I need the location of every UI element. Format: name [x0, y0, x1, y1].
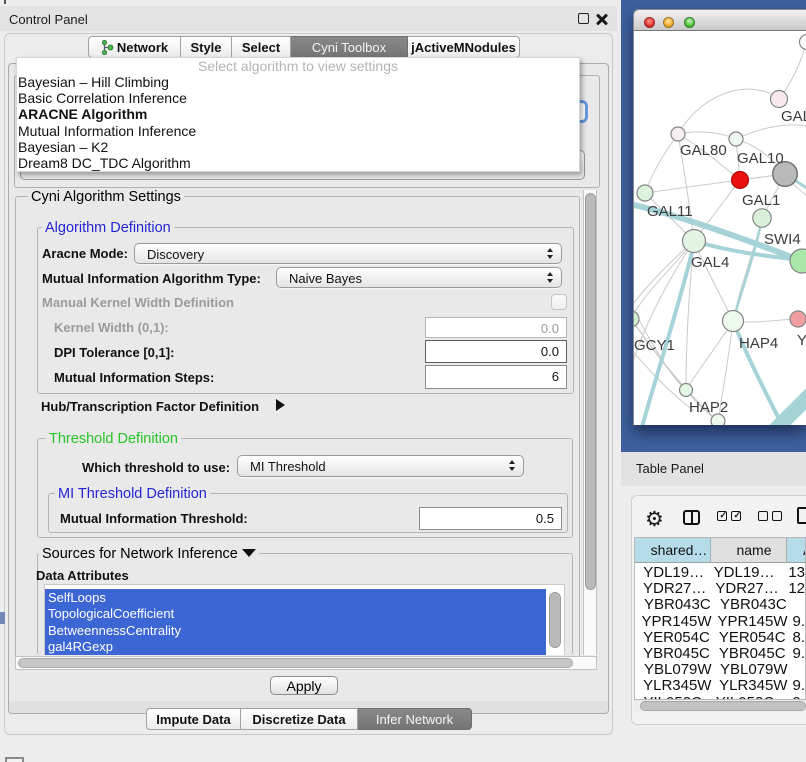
svg-text:GAL7: GAL7: [781, 108, 806, 125]
svg-text:GAL10: GAL10: [737, 150, 784, 167]
svg-text:GAL1: GAL1: [742, 192, 780, 209]
svg-text:GAL80: GAL80: [680, 142, 727, 159]
svg-text:GCY1: GCY1: [634, 337, 675, 354]
svg-text:GAL4: GAL4: [691, 254, 729, 271]
svg-text:HAP2: HAP2: [689, 399, 728, 416]
svg-text:GAL11: GAL11: [647, 203, 693, 220]
svg-text:SWI4: SWI4: [764, 231, 801, 248]
svg-text:Y: Y: [797, 332, 806, 349]
svg-text:HAP4: HAP4: [739, 335, 778, 352]
